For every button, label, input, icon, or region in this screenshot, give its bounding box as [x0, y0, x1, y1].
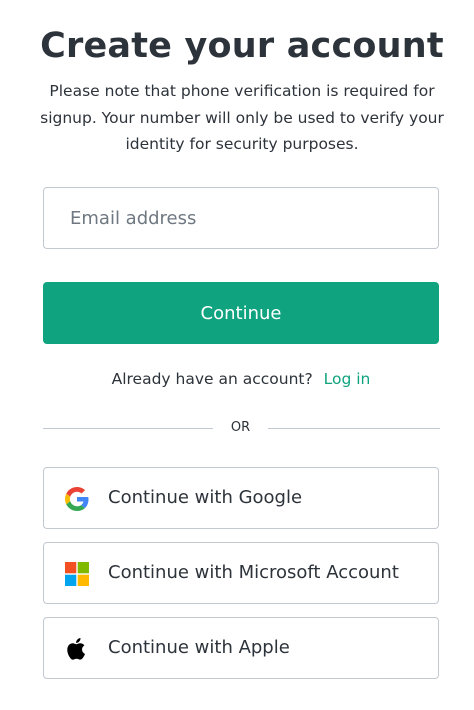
continue-with-microsoft-button[interactable]: Continue with Microsoft Account	[43, 542, 439, 604]
google-button-label: Continue with Google	[108, 487, 303, 508]
google-icon	[65, 487, 89, 511]
continue-button[interactable]: Continue	[43, 282, 439, 344]
apple-icon	[65, 637, 89, 661]
microsoft-button-label: Continue with Microsoft Account	[108, 562, 399, 583]
microsoft-icon	[65, 562, 89, 586]
divider-or-text: OR	[230, 420, 251, 435]
divider-line-right	[268, 428, 440, 429]
continue-with-google-button[interactable]: Continue with Google	[43, 467, 439, 529]
login-link[interactable]: Log in	[324, 370, 371, 388]
divider-line-left	[43, 428, 213, 429]
signup-card: Create your account Please note that pho…	[0, 0, 474, 710]
page-title: Create your account	[40, 26, 444, 66]
email-field[interactable]	[43, 187, 439, 249]
apple-button-label: Continue with Apple	[108, 637, 290, 658]
continue-with-apple-button[interactable]: Continue with Apple	[43, 617, 439, 679]
phone-verification-note: Please note that phone verification is r…	[40, 82, 444, 153]
login-prompt-row: Already have an account? Log in	[0, 368, 474, 390]
login-prompt-text: Already have an account?	[111, 370, 313, 388]
